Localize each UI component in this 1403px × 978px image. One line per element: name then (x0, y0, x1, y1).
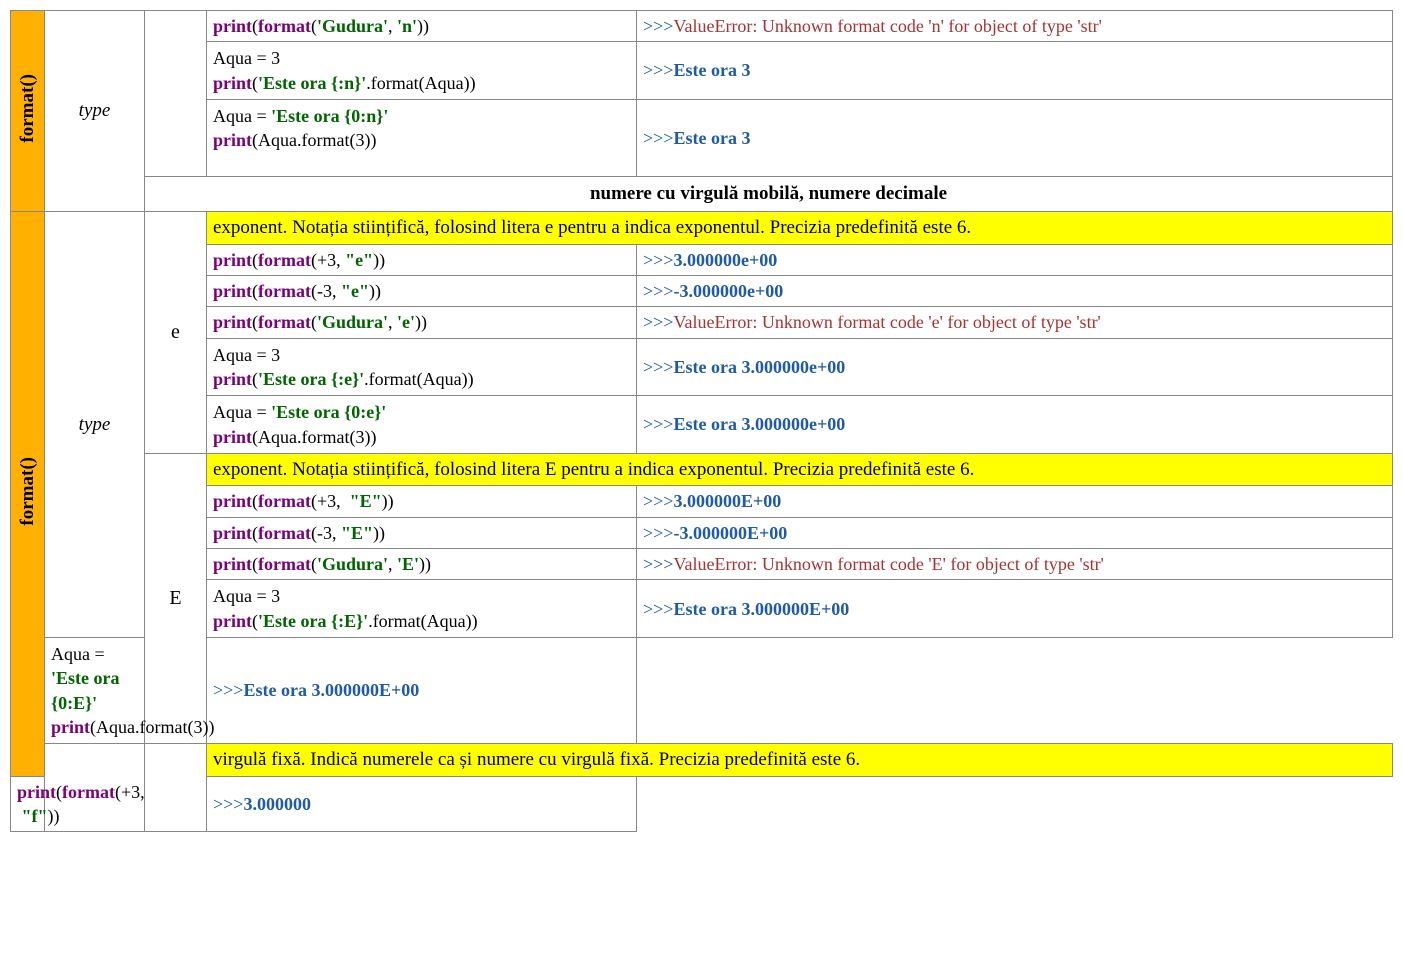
code-e-minus3: print(format(-3, "e")) (207, 276, 637, 307)
code-n-gudura: print(format('Gudura', 'n')) (207, 11, 637, 42)
desc-f: virgulă fixă. Indică numerele ca și nume… (207, 744, 1393, 777)
output-e-gudura: >>>ValueError: Unknown format code 'e' f… (637, 307, 1393, 338)
output-n-aqua-template: >>>Este ora 3 (637, 99, 1393, 177)
code-E-aqua-template: Aqua = 'Este ora {0:E}' print(Aqua.forma… (45, 637, 145, 743)
section-header-float: numere cu virgulă mobilă, numere decimal… (145, 177, 1393, 212)
output-e-aqua-template: >>>Este ora 3.000000e+00 (637, 396, 1393, 454)
code-E-gudura: print(format('Gudura', 'E')) (207, 549, 637, 580)
sidebar-label-bottom: format() (15, 451, 41, 532)
code-e-aqua-inline: Aqua = 3 print('Este ora {:e}'.format(Aq… (207, 338, 637, 396)
code-n-aqua-inline: Aqua = 3 print('Este ora {:n}'.format(Aq… (207, 42, 637, 100)
output-n-gudura: >>>ValueError: Unknown format code 'n' f… (637, 11, 1393, 42)
code-E-minus3: print(format(-3, "E")) (207, 517, 637, 548)
output-E-plus3: >>>3.000000E+00 (637, 486, 1393, 517)
output-E-minus3: >>>-3.000000E+00 (637, 517, 1393, 548)
spec-n-blank (145, 11, 207, 177)
output-e-plus3: >>>3.000000e+00 (637, 244, 1393, 275)
code-e-aqua-template: Aqua = 'Este ora {0:e}' print(Aqua.forma… (207, 396, 637, 454)
code-E-plus3: print(format(+3, "E")) (207, 486, 637, 517)
sidebar-label-top: format() (15, 68, 41, 149)
output-n-aqua-inline: >>>Este ora 3 (637, 42, 1393, 100)
spec-e-upper: E (145, 453, 207, 743)
code-e-gudura: print(format('Gudura', 'e')) (207, 307, 637, 338)
output-e-minus3: >>>-3.000000e+00 (637, 276, 1393, 307)
desc-e-lower: exponent. Notația stiințifică, folosind … (207, 212, 1393, 245)
format-reference-table: format() type print(format('Gudura', 'n'… (10, 10, 1393, 832)
sidebar-format-bottom: format() (11, 212, 45, 777)
output-f-plus3: >>>3.000000 (207, 776, 637, 832)
code-n-aqua-template: Aqua = 'Este ora {0:n}' print(Aqua.forma… (207, 99, 637, 177)
spec-f-blank (145, 744, 207, 832)
code-e-plus3: print(format(+3, "e")) (207, 244, 637, 275)
output-E-aqua-inline: >>>Este ora 3.000000E+00 (637, 580, 1393, 638)
output-e-aqua-inline: >>>Este ora 3.000000e+00 (637, 338, 1393, 396)
sidebar-format-top: format() (11, 11, 45, 212)
code-E-aqua-inline: Aqua = 3 print('Este ora {:E}'.format(Aq… (207, 580, 637, 638)
type-label-bottom: type (45, 212, 145, 638)
spec-e-lower: e (145, 212, 207, 454)
type-label-top: type (45, 11, 145, 212)
output-E-aqua-template: >>>Este ora 3.000000E+00 (207, 637, 637, 743)
code-f-plus3: print(format(+3, "f")) (11, 776, 45, 832)
output-E-gudura: >>>ValueError: Unknown format code 'E' f… (637, 549, 1393, 580)
desc-e-upper: exponent. Notația stiințifică, folosind … (207, 453, 1393, 486)
